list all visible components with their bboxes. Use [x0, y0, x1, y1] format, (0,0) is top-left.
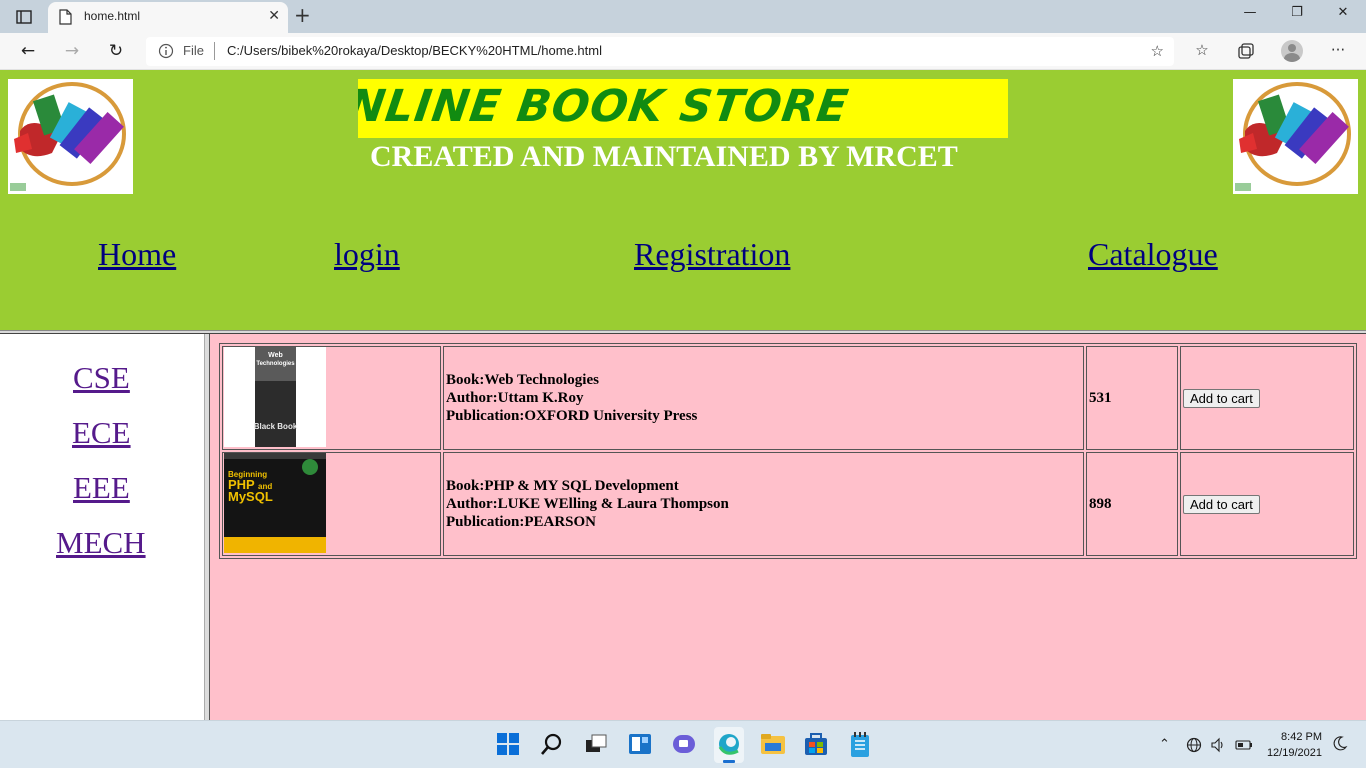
- book-description: Book:PHP & MY SQL Development Author:LUK…: [443, 452, 1084, 556]
- favorites-icon[interactable]: ☆: [1191, 41, 1213, 63]
- book-store-logo-right: [1233, 79, 1358, 194]
- clock-time: 8:42 PM: [1281, 731, 1322, 743]
- tab-close-icon[interactable]: ✕: [268, 8, 280, 24]
- store-icon[interactable]: [804, 732, 830, 758]
- start-button-icon[interactable]: [496, 732, 522, 758]
- cart-cell: Add to cart: [1180, 452, 1354, 556]
- book-title: Book:PHP & MY SQL Development: [446, 478, 679, 494]
- site-subtitle: CREATED AND MAINTAINED BY MRCET: [370, 140, 958, 173]
- cover-title-line: MySQL: [228, 489, 273, 504]
- battery-icon[interactable]: [1235, 737, 1253, 757]
- book-publication: Publication:OXFORD University Press: [446, 408, 698, 424]
- department-frame: CSE ECE EEE MECH: [0, 334, 204, 720]
- table-row: Web Technologies Black Book Book:Web Tec…: [222, 346, 1354, 450]
- book-cover-image: Web Technologies Black Book: [224, 347, 326, 447]
- more-menu-icon[interactable]: ···: [1327, 41, 1349, 63]
- notification-moon-icon[interactable]: [1332, 735, 1348, 755]
- book-title: Book:Web Technologies: [446, 372, 599, 388]
- page-icon: [59, 9, 72, 30]
- reload-button[interactable]: ↻: [102, 39, 130, 63]
- network-globe-icon[interactable]: [1186, 737, 1202, 757]
- file-explorer-icon[interactable]: [760, 732, 786, 758]
- forward-button[interactable]: →: [58, 39, 86, 63]
- clock-date: 12/19/2021: [1266, 747, 1322, 759]
- nav-login-link[interactable]: login: [334, 236, 400, 273]
- browser-tab[interactable]: home.html ✕: [48, 2, 288, 33]
- top-frame: NLINE BOOK STORE CREATED AND MAINTAINED …: [0, 70, 1366, 330]
- info-icon[interactable]: [158, 43, 174, 64]
- book-cover-cell: Beginning PHP and MySQL: [222, 452, 441, 556]
- add-to-cart-button[interactable]: Add to cart: [1183, 388, 1260, 408]
- book-description: Book:Web Technologies Author:Uttam K.Roy…: [443, 346, 1084, 450]
- tab-actions-icon[interactable]: [10, 6, 38, 28]
- catalogue-frame: Web Technologies Black Book Book:Web Tec…: [210, 334, 1366, 720]
- nav-registration-link[interactable]: Registration: [634, 236, 790, 273]
- chat-icon[interactable]: [672, 732, 698, 758]
- scheme-label: File: [183, 43, 204, 58]
- minimize-button[interactable]: —: [1235, 5, 1265, 20]
- address-divider: [214, 42, 215, 60]
- close-window-button[interactable]: ✕: [1328, 5, 1358, 20]
- cover-title-line: Technologies: [256, 361, 295, 367]
- address-bar[interactable]: File C:/Users/bibek%20rokaya/Desktop/BEC…: [146, 37, 1174, 66]
- tab-strip: home.html ✕ + — ❐ ✕: [0, 0, 1366, 33]
- browser-toolbar: ← → ↻ File C:/Users/bibek%20rokaya/Deskt…: [0, 33, 1366, 70]
- book-cover-cell: Web Technologies Black Book: [222, 346, 441, 450]
- cover-title-line: Web: [268, 352, 283, 359]
- table-row: Beginning PHP and MySQL Book:PHP & MY SQ…: [222, 452, 1354, 556]
- book-publication: Publication:PEARSON: [446, 514, 597, 530]
- restore-button[interactable]: ❐: [1282, 5, 1312, 20]
- cover-title-line: Black Book: [254, 422, 298, 431]
- cart-cell: Add to cart: [1180, 346, 1354, 450]
- tab-title: home.html: [84, 9, 141, 23]
- book-table: Web Technologies Black Book Book:Web Tec…: [219, 343, 1357, 559]
- chevron-up-icon[interactable]: ⌃: [1159, 737, 1170, 752]
- url-text[interactable]: C:/Users/bibek%20rokaya/Desktop/BECKY%20…: [227, 43, 602, 58]
- back-button[interactable]: ←: [14, 39, 42, 63]
- nav-catalogue-link[interactable]: Catalogue: [1088, 236, 1218, 273]
- volume-icon[interactable]: [1210, 737, 1226, 757]
- widgets-icon[interactable]: [628, 732, 654, 758]
- book-price: 531: [1086, 346, 1178, 450]
- banner: NLINE BOOK STORE: [358, 79, 1008, 138]
- add-favorite-icon[interactable]: ☆: [1151, 42, 1164, 60]
- dept-link-ece[interactable]: ECE: [72, 415, 131, 451]
- page-viewport: NLINE BOOK STORE CREATED AND MAINTAINED …: [0, 70, 1366, 720]
- edge-browser-icon[interactable]: [714, 727, 744, 763]
- banner-title: NLINE BOOK STORE: [358, 81, 852, 132]
- taskbar: ⌃ 8:42 PM 12/19/2021: [0, 720, 1366, 768]
- dept-link-cse[interactable]: CSE: [73, 360, 130, 396]
- book-price: 898: [1086, 452, 1178, 556]
- dept-link-mech[interactable]: MECH: [56, 525, 146, 561]
- notepad-icon[interactable]: [848, 732, 874, 758]
- book-author: Author:LUKE WElling & Laura Thompson: [446, 496, 729, 512]
- dept-link-eee[interactable]: EEE: [73, 470, 130, 506]
- task-view-icon[interactable]: [584, 732, 610, 758]
- collections-icon[interactable]: [1235, 41, 1257, 63]
- search-icon[interactable]: [540, 732, 566, 758]
- profile-avatar[interactable]: [1281, 40, 1303, 62]
- nav-home-link[interactable]: Home: [98, 236, 176, 273]
- book-cover-image: Beginning PHP and MySQL: [224, 453, 326, 553]
- system-clock[interactable]: 8:42 PM 12/19/2021: [1267, 729, 1322, 761]
- book-store-logo-left: [8, 79, 133, 194]
- add-to-cart-button[interactable]: Add to cart: [1183, 494, 1260, 514]
- new-tab-button[interactable]: +: [294, 3, 311, 27]
- book-author: Author:Uttam K.Roy: [446, 390, 584, 406]
